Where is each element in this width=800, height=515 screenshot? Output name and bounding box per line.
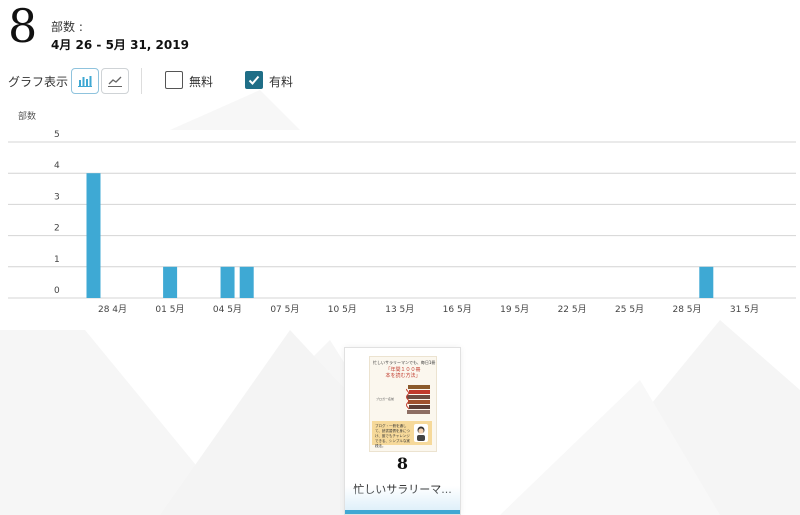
- cover-banner-text: ブログ・一冊を通して、読書習慣を身につけ、誰でもチャレンジできる、シンプルな実践…: [375, 424, 410, 448]
- bar-chart-view-button[interactable]: [71, 68, 99, 94]
- checkmark-icon: [248, 75, 260, 85]
- card-fade: [345, 486, 460, 510]
- line-chart-view-button[interactable]: [101, 68, 129, 94]
- line-chart-icon: [108, 76, 122, 87]
- y-tick-label: 3: [54, 192, 60, 202]
- cover-title: 「年間１００冊 本を読む方法」: [373, 367, 433, 379]
- x-tick-label: 22 5月: [558, 304, 587, 315]
- x-tick-label: 04 5月: [213, 304, 242, 315]
- x-tick-label: 28 5月: [672, 304, 701, 315]
- units-bar-chart: 部数 0 1 2 3 4 5 28 4月 01 5月 04 5月 07 5月 10 5月 13 5月 16…: [8, 110, 796, 315]
- free-checkbox-label[interactable]: 無料: [189, 73, 213, 90]
- x-tick-label: 25 5月: [615, 304, 644, 315]
- person-icon: [417, 426, 425, 441]
- cover-title-line-2: 本を読む方法」: [385, 373, 421, 379]
- x-tick-label: 07 5月: [270, 304, 299, 315]
- units-label: 部数 :: [51, 20, 83, 34]
- cover-banner: ブログ・一冊を通して、読書習慣を身につけ、誰でもチャレンジできる、シンプルな実践…: [372, 421, 432, 448]
- bar: [699, 266, 714, 298]
- paid-checkbox-label[interactable]: 有料: [269, 73, 293, 90]
- book-card[interactable]: 忙しいサラリーマンでも、毎日1冊 「年間１００冊 本を読む方法」 ブロガー名前 …: [344, 347, 461, 515]
- bar: [239, 266, 254, 298]
- y-tick-label: 5: [54, 130, 60, 140]
- cover-top-text: 忙しいサラリーマンでも、毎日1冊: [373, 360, 436, 365]
- controls-divider: [141, 68, 142, 94]
- x-tick-label: 16 5月: [443, 304, 472, 315]
- total-units: 8: [8, 0, 38, 53]
- book-stack-illustration: [406, 385, 430, 414]
- free-checkbox[interactable]: [165, 71, 183, 89]
- x-tick-label: 10 5月: [328, 304, 357, 315]
- y-tick-label: 1: [54, 255, 60, 265]
- bar-chart-icon: [78, 76, 92, 87]
- y-axis-label: 部数: [18, 110, 36, 122]
- bar: [220, 266, 235, 298]
- book-units-count: 8: [396, 454, 409, 473]
- card-accent-bar: [345, 510, 460, 514]
- bar: [86, 173, 101, 298]
- x-tick-label: 31 5月: [730, 304, 759, 315]
- y-tick-label: 4: [54, 161, 60, 171]
- person-illustration: [414, 424, 428, 442]
- date-range: 4月 26 - 5月 31, 2019: [51, 38, 189, 52]
- x-tick-label: 19 5月: [500, 304, 529, 315]
- graph-display-label: グラフ表示: [8, 75, 69, 89]
- x-tick-label: 13 5月: [385, 304, 414, 315]
- book-cover[interactable]: 忙しいサラリーマンでも、毎日1冊 「年間１００冊 本を読む方法」 ブロガー名前 …: [369, 356, 437, 452]
- paid-checkbox[interactable]: [245, 71, 263, 89]
- x-tick-label: 01 5月: [155, 304, 184, 315]
- y-tick-label: 2: [54, 224, 60, 234]
- x-tick-label: 28 4月: [98, 304, 127, 315]
- cover-author: ブロガー名前: [376, 397, 395, 401]
- bar: [163, 266, 178, 298]
- y-tick-label: 0: [54, 286, 60, 296]
